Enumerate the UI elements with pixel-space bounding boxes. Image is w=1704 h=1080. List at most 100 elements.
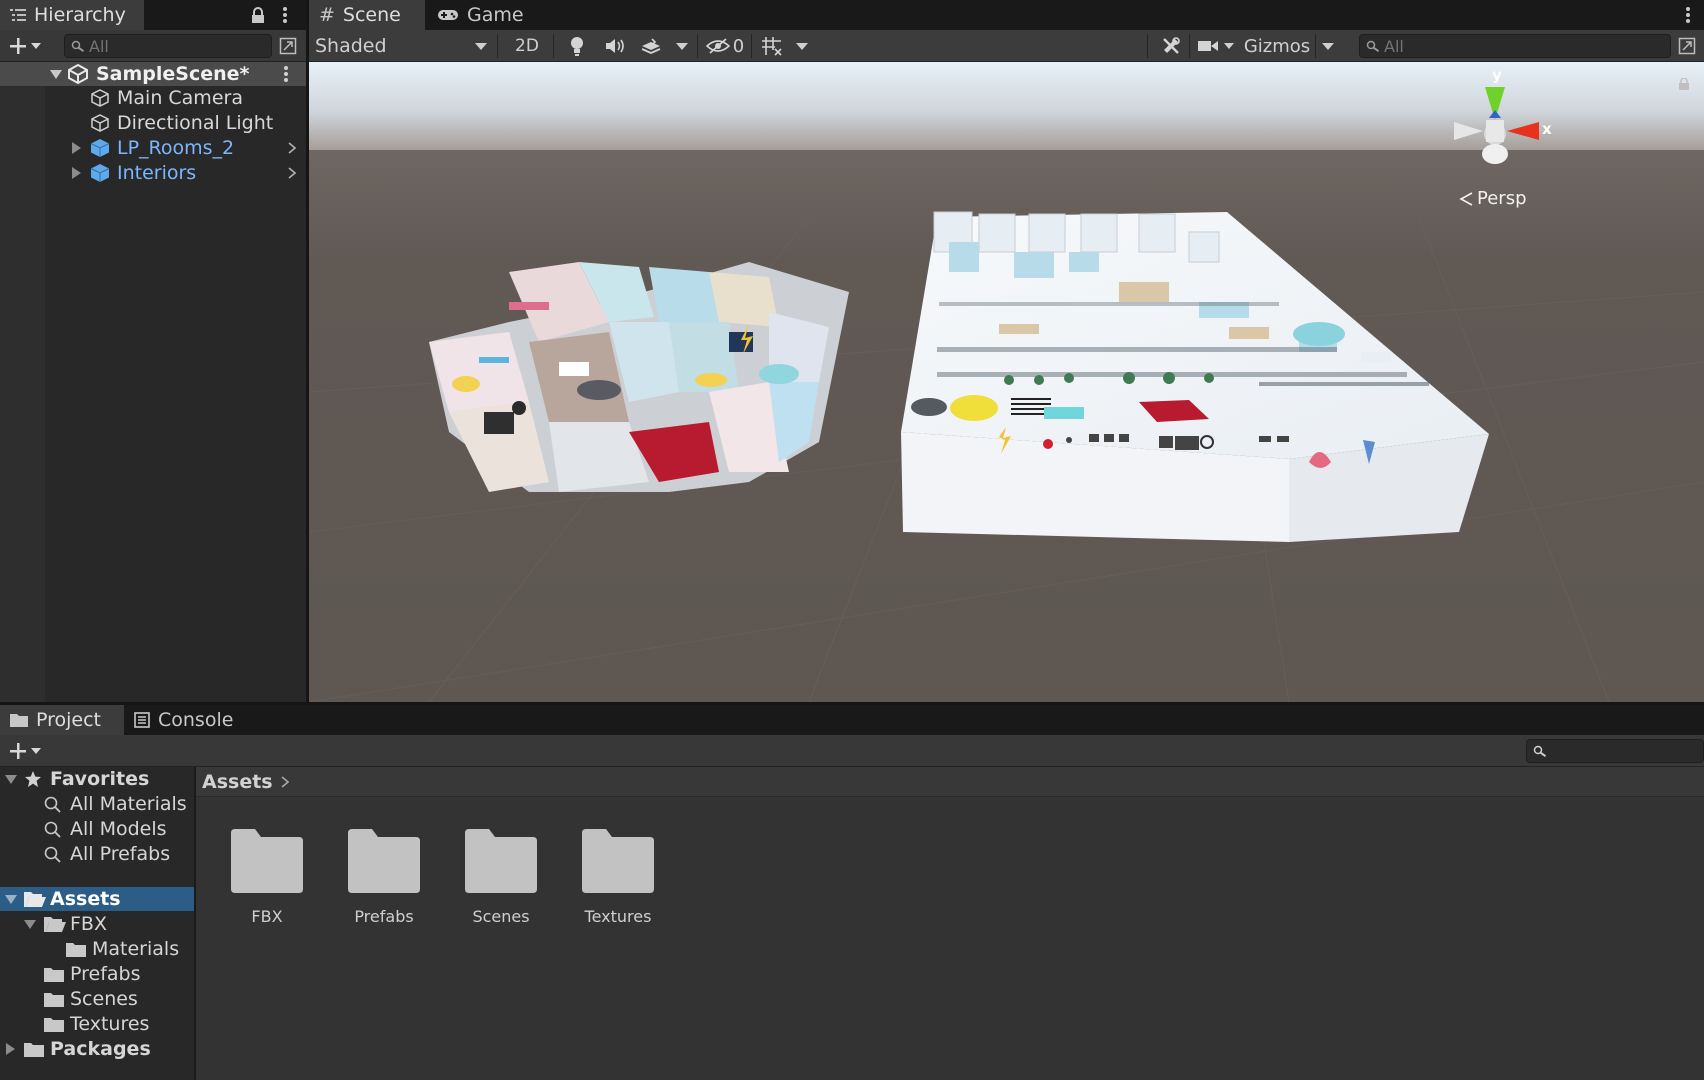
hierarchy-search-field[interactable] <box>85 36 271 56</box>
tree-item-fbx[interactable]: FBX <box>0 912 194 936</box>
folder-fbx[interactable]: FBX <box>212 829 322 926</box>
gizmos-dropdown-icon[interactable] <box>1317 32 1339 60</box>
lighting-toggle-icon[interactable] <box>559 32 595 60</box>
tree-item-label: Textures <box>70 1013 150 1035</box>
list-icon <box>10 8 26 22</box>
projection-toggle[interactable]: Persp <box>1459 188 1527 209</box>
lock-icon[interactable] <box>1678 78 1690 90</box>
tab-game-label: Game <box>467 4 524 26</box>
grid-toggle-icon[interactable] <box>755 32 789 60</box>
expand-arrow-icon[interactable] <box>72 142 81 154</box>
tree-item-packages[interactable]: Packages <box>0 1037 194 1061</box>
shading-mode-dropdown[interactable]: Shaded <box>309 32 493 60</box>
console-icon <box>134 712 150 728</box>
open-folder-icon <box>44 917 66 932</box>
toggle-2d-button[interactable]: 2D <box>505 32 549 60</box>
chevron-right-icon[interactable] <box>288 167 296 179</box>
folder-label: Textures <box>584 907 652 926</box>
scene-viewport[interactable]: y x Persp <box>309 62 1704 702</box>
tools-icon[interactable] <box>1155 32 1187 60</box>
breadcrumb: Assets <box>196 767 1704 797</box>
favorites-row[interactable]: Favorites <box>0 767 194 791</box>
open-window-icon[interactable] <box>1675 34 1699 58</box>
search-icon <box>1527 745 1547 757</box>
hierarchy-toolbar <box>0 30 306 62</box>
open-window-icon[interactable] <box>276 34 300 58</box>
expand-arrow-icon[interactable] <box>72 167 81 179</box>
hierarchy-item-directional-light[interactable]: Directional Light <box>0 111 306 135</box>
hidden-count: 0 <box>732 35 745 57</box>
scene-visibility-toggle[interactable]: 0 <box>701 32 749 60</box>
hierarchy-item-label: Directional Light <box>117 112 274 134</box>
folder-label: Scenes <box>472 907 530 926</box>
video-camera-icon <box>1198 41 1218 51</box>
project-search-field[interactable] <box>1547 741 1703 761</box>
star-icon <box>25 771 41 787</box>
tab-scene[interactable]: # Scene <box>309 0 425 30</box>
expand-arrow-icon[interactable] <box>50 70 62 79</box>
create-button[interactable] <box>4 739 46 763</box>
hierarchy-search-input[interactable] <box>64 34 272 58</box>
tab-hierarchy[interactable]: Hierarchy <box>0 0 144 30</box>
shading-mode-label: Shaded <box>315 35 387 57</box>
expand-arrow-icon[interactable] <box>5 895 17 904</box>
scene-row[interactable]: SampleScene* <box>0 62 306 86</box>
project-search-input[interactable] <box>1526 739 1704 763</box>
scene-menu-icon[interactable] <box>1679 4 1697 26</box>
expand-arrow-icon[interactable] <box>24 920 36 929</box>
chevron-down-icon <box>31 748 41 754</box>
hierarchy-item-main-camera[interactable]: Main Camera <box>0 86 306 110</box>
folder-icon <box>348 829 420 893</box>
expand-arrow-icon[interactable] <box>6 1043 15 1055</box>
chevron-right-icon <box>281 775 289 788</box>
scene-render <box>309 62 1704 702</box>
tree-item-scenes[interactable]: Scenes <box>0 987 194 1011</box>
tab-hierarchy-label: Hierarchy <box>34 4 126 26</box>
favorites-label: Favorites <box>50 768 150 790</box>
favorite-item-all-prefabs[interactable]: All Prefabs <box>0 842 194 866</box>
scene-search-input[interactable] <box>1359 34 1671 58</box>
folder-prefabs[interactable]: Prefabs <box>329 829 439 926</box>
hierarchy-item-interiors[interactable]: Interiors <box>0 161 306 185</box>
scene-name: SampleScene* <box>96 63 250 85</box>
gizmos-toggle[interactable]: Gizmos <box>1241 32 1313 60</box>
folder-icon <box>231 829 303 893</box>
hierarchy-menu-icon[interactable] <box>276 4 294 26</box>
tab-console-label: Console <box>158 709 234 731</box>
expand-arrow-icon[interactable] <box>5 775 17 784</box>
audio-toggle-icon[interactable] <box>597 32 633 60</box>
effects-dropdown-icon[interactable] <box>671 32 693 60</box>
grid-dropdown-icon[interactable] <box>791 32 813 60</box>
hierarchy-item-label: Main Camera <box>117 87 243 109</box>
tree-item-materials[interactable]: Materials <box>0 937 194 961</box>
tab-project-label: Project <box>36 709 102 731</box>
scene-menu-icon[interactable] <box>284 66 288 82</box>
folder-textures[interactable]: Textures <box>563 829 673 926</box>
hierarchy-item-lp-rooms[interactable]: LP_Rooms_2 <box>0 136 306 160</box>
tree-item-textures[interactable]: Textures <box>0 1012 194 1036</box>
favorite-item-all-materials[interactable]: All Materials <box>0 792 194 816</box>
tree-item-prefabs[interactable]: Prefabs <box>0 962 194 986</box>
folder-icon <box>582 829 654 893</box>
tree-item-assets[interactable]: Assets <box>0 887 194 911</box>
gameobject-icon <box>91 89 109 107</box>
favorite-item-all-models[interactable]: All Models <box>0 817 194 841</box>
camera-settings-button[interactable] <box>1193 32 1239 60</box>
open-folder-icon <box>24 892 46 907</box>
tab-project[interactable]: Project <box>0 705 124 735</box>
folder-icon <box>66 943 86 957</box>
breadcrumb-assets[interactable]: Assets <box>202 771 273 793</box>
tab-game[interactable]: Game <box>427 0 537 30</box>
tree-item-label: Scenes <box>70 988 138 1010</box>
grid-hash-icon: # <box>319 4 335 26</box>
tab-console[interactable]: Console <box>124 705 254 735</box>
create-button[interactable] <box>4 34 46 58</box>
effects-toggle-icon[interactable] <box>633 32 669 60</box>
lock-icon[interactable] <box>248 4 268 26</box>
folder-scenes[interactable]: Scenes <box>446 829 556 926</box>
toggle-2d-label: 2D <box>515 36 539 56</box>
gizmos-label: Gizmos <box>1243 35 1311 57</box>
search-icon <box>65 40 85 52</box>
chevron-right-icon[interactable] <box>288 142 296 154</box>
scene-search-field[interactable] <box>1380 36 1670 56</box>
